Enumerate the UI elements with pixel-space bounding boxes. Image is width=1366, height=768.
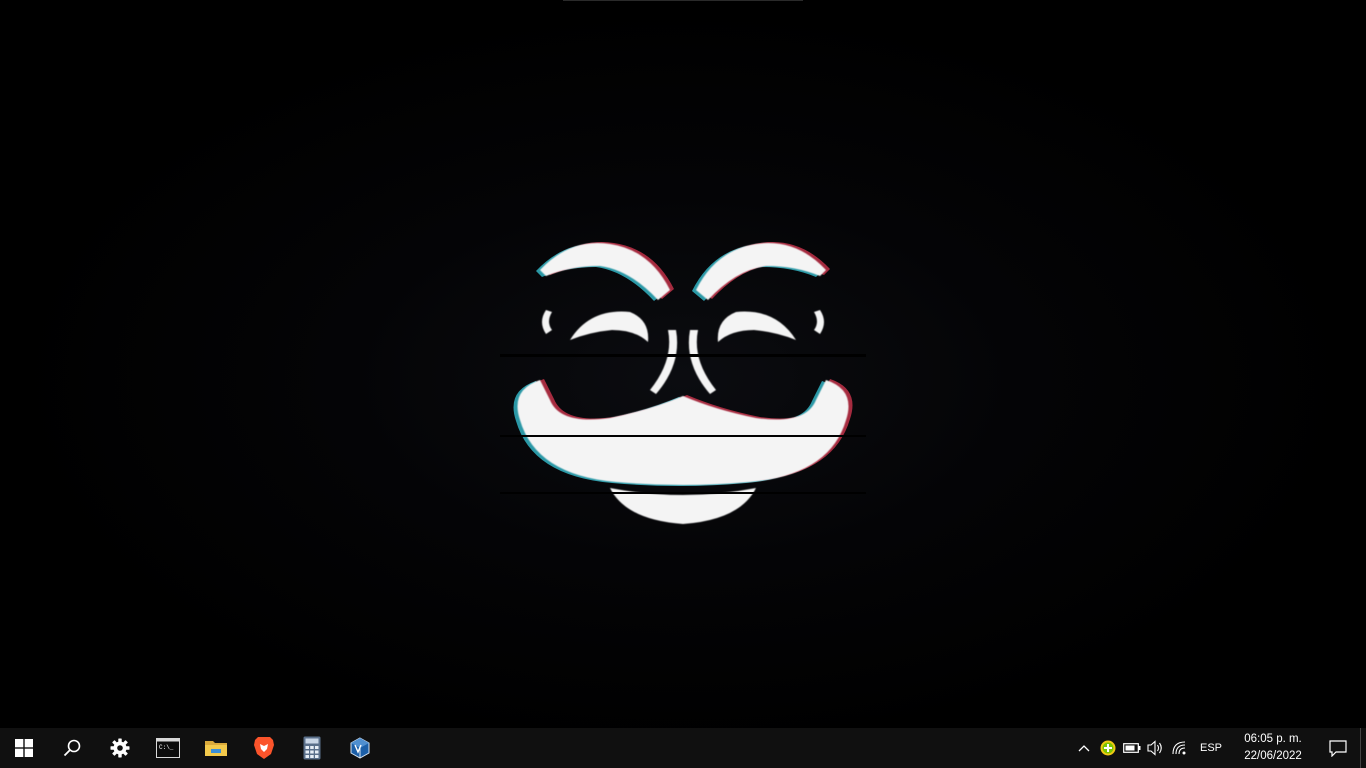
start-button[interactable] bbox=[0, 728, 48, 768]
terminal-icon: C:\_ bbox=[156, 738, 180, 758]
taskbar: C:\_ ESP 06:05 p. m. 22/06/2022 bbox=[0, 728, 1366, 768]
volume-button[interactable] bbox=[1144, 728, 1168, 768]
windows-logo-icon bbox=[15, 739, 33, 757]
brave-browser-app[interactable] bbox=[240, 728, 288, 768]
network-button[interactable] bbox=[1168, 728, 1192, 768]
settings-app[interactable] bbox=[96, 728, 144, 768]
speaker-icon bbox=[1147, 740, 1162, 756]
gear-icon bbox=[110, 738, 130, 758]
search-icon bbox=[63, 739, 81, 757]
file-explorer-app[interactable] bbox=[192, 728, 240, 768]
calculator-icon bbox=[303, 736, 321, 760]
tray-app-button[interactable] bbox=[1096, 728, 1120, 768]
virtualbox-app[interactable] bbox=[336, 728, 384, 768]
clock-date: 22/06/2022 bbox=[1244, 750, 1302, 762]
brave-lion-icon bbox=[254, 737, 274, 759]
search-button[interactable] bbox=[48, 728, 96, 768]
virtualbox-cube-icon bbox=[350, 737, 370, 759]
clock-time: 06:05 p. m. bbox=[1244, 733, 1302, 745]
battery-button[interactable] bbox=[1120, 728, 1144, 768]
clock[interactable]: 06:05 p. m. 22/06/2022 bbox=[1230, 731, 1316, 765]
top-edge-line bbox=[563, 0, 803, 1]
chevron-up-icon bbox=[1078, 745, 1090, 752]
green-plus-icon bbox=[1100, 740, 1116, 756]
terminal-app[interactable]: C:\_ bbox=[144, 728, 192, 768]
input-language-indicator[interactable]: ESP bbox=[1192, 728, 1230, 768]
show-desktop-button[interactable] bbox=[1360, 728, 1366, 768]
show-hidden-icons-button[interactable] bbox=[1072, 728, 1096, 768]
calculator-app[interactable] bbox=[288, 728, 336, 768]
svg-text:C:\_: C:\_ bbox=[159, 744, 174, 751]
system-tray: ESP 06:05 p. m. 22/06/2022 bbox=[1072, 728, 1366, 768]
mask-wallpaper-image bbox=[500, 242, 866, 524]
action-center-button[interactable] bbox=[1316, 728, 1360, 768]
desktop bbox=[0, 0, 1366, 728]
folder-icon bbox=[205, 741, 227, 756]
battery-icon bbox=[1123, 743, 1141, 753]
wifi-icon bbox=[1172, 741, 1186, 755]
notification-icon bbox=[1329, 739, 1347, 757]
